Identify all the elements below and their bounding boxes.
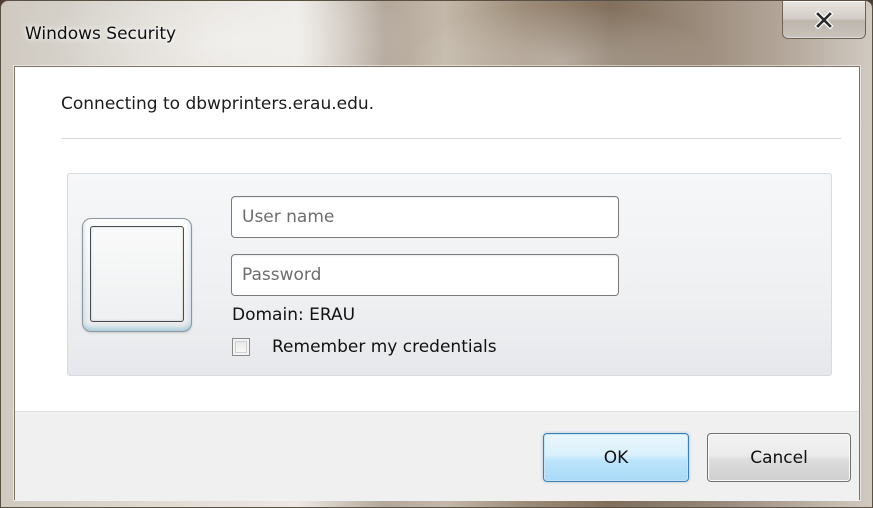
windows-security-dialog: Windows Security Connecting to dbwprinte… <box>0 0 873 508</box>
remember-credentials-option[interactable]: Remember my credentials <box>232 337 497 357</box>
username-input[interactable] <box>231 196 619 238</box>
credential-panel: Domain: ERAU Remember my credentials <box>67 173 832 376</box>
button-bar: OK Cancel <box>15 411 859 501</box>
ok-button[interactable]: OK <box>543 433 689 482</box>
connecting-message: Connecting to dbwprinters.erau.edu. <box>61 94 375 114</box>
separator <box>61 138 841 139</box>
cancel-button[interactable]: Cancel <box>707 433 851 482</box>
dialog-client-area: Connecting to dbwprinters.erau.edu. Doma… <box>14 66 860 501</box>
user-tile-icon <box>82 218 192 332</box>
window-title: Windows Security <box>25 24 177 44</box>
remember-credentials-checkbox[interactable] <box>232 338 250 356</box>
password-input[interactable] <box>231 254 619 296</box>
close-icon <box>814 9 834 30</box>
user-tile-frame <box>90 226 184 322</box>
title-bar[interactable]: Windows Security <box>1 1 872 67</box>
domain-label: Domain: ERAU <box>232 305 356 325</box>
remember-credentials-label[interactable]: Remember my credentials <box>272 337 497 357</box>
close-button[interactable] <box>782 1 866 39</box>
